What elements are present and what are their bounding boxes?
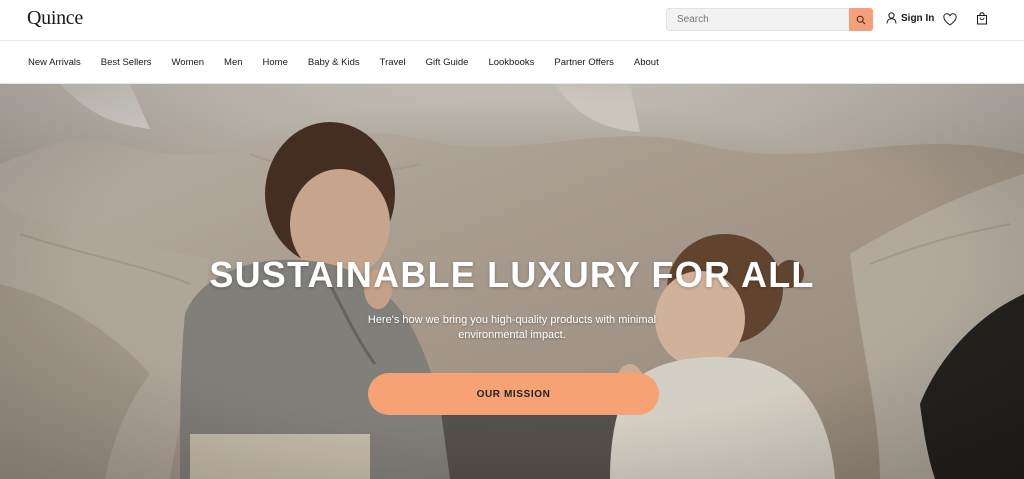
hero-subtitle: Here's how we bring you high-quality pro… bbox=[367, 314, 657, 341]
nav-item-home[interactable]: Home bbox=[263, 57, 288, 68]
sign-in-label: Sign In bbox=[901, 12, 935, 24]
heart-icon bbox=[943, 13, 957, 26]
search-input[interactable] bbox=[667, 9, 851, 30]
nav-item-baby-kids[interactable]: Baby & Kids bbox=[308, 57, 360, 68]
user-icon bbox=[886, 12, 897, 24]
sign-in-link[interactable]: Sign In bbox=[886, 12, 934, 24]
search-bar bbox=[666, 8, 873, 31]
nav-item-new-arrivals[interactable]: New Arrivals bbox=[28, 57, 81, 68]
nav-item-partner-offers[interactable]: Partner Offers bbox=[554, 57, 614, 68]
brand-logo[interactable]: Quince bbox=[27, 7, 83, 30]
nav-item-travel[interactable]: Travel bbox=[380, 57, 406, 68]
hero-banner: SUSTAINABLE LUXURY FOR ALL Here's how we… bbox=[0, 84, 1024, 479]
nav-item-men[interactable]: Men bbox=[224, 57, 242, 68]
main-nav: New Arrivals Best Sellers Women Men Home… bbox=[0, 41, 1024, 84]
wishlist-button[interactable] bbox=[943, 13, 957, 31]
top-header: Quince Sign In bbox=[0, 0, 1024, 41]
nav-item-lookbooks[interactable]: Lookbooks bbox=[488, 57, 534, 68]
nav-item-women[interactable]: Women bbox=[171, 57, 204, 68]
nav-item-best-sellers[interactable]: Best Sellers bbox=[101, 57, 152, 68]
hero-title: SUSTAINABLE LUXURY FOR ALL bbox=[209, 254, 815, 295]
bag-icon bbox=[977, 12, 987, 25]
nav-item-gift-guide[interactable]: Gift Guide bbox=[426, 57, 469, 68]
search-button[interactable] bbox=[849, 8, 873, 31]
nav-list: New Arrivals Best Sellers Women Men Home… bbox=[28, 41, 679, 84]
cart-button[interactable] bbox=[976, 12, 988, 30]
our-mission-button[interactable]: OUR MISSION bbox=[368, 373, 659, 415]
nav-item-about[interactable]: About bbox=[634, 57, 659, 68]
search-icon bbox=[856, 15, 866, 24]
